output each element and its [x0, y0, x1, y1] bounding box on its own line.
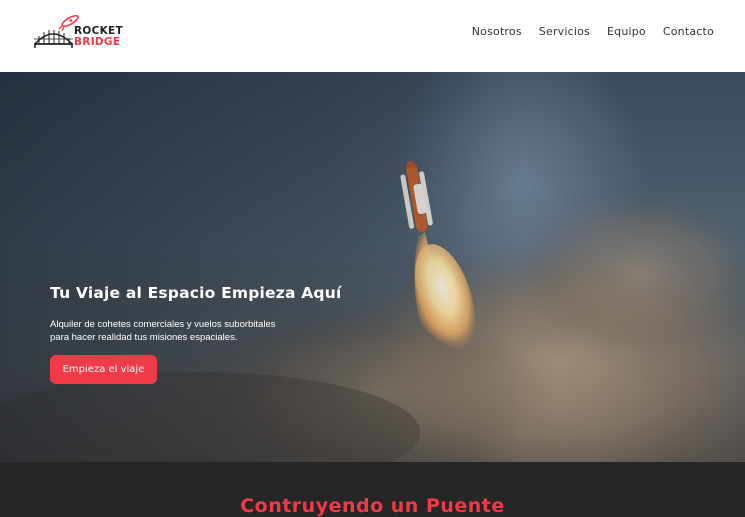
brand-logo[interactable]: ROCKET BRIDGE [33, 12, 133, 52]
hero-subtitle-line1: Alquiler de cohetes comerciales y vuelos… [50, 319, 276, 330]
bridge-section: Contruyendo un Puente [0, 462, 745, 517]
nav-link-servicios[interactable]: Servicios [539, 25, 590, 38]
logo-wordmark-bottom: BRIDGE [74, 36, 121, 48]
nav-link-contacto[interactable]: Contacto [663, 25, 714, 38]
section-title: Contruyendo un Puente [240, 495, 505, 517]
site-header: ROCKET BRIDGE Nosotros Servicios Equipo … [0, 0, 745, 72]
nav-link-equipo[interactable]: Equipo [607, 25, 646, 38]
hero-section: Tu Viaje al Espacio Empieza Aquí Alquile… [0, 72, 745, 462]
main-nav: Nosotros Servicios Equipo Contacto [455, 25, 714, 38]
nav-link-nosotros[interactable]: Nosotros [472, 25, 522, 38]
hero-subtitle-line2: para hacer realidad tus misiones espacia… [50, 332, 238, 343]
start-journey-button[interactable]: Empieza el viaje [50, 355, 157, 384]
hero-title: Tu Viaje al Espacio Empieza Aquí [50, 284, 342, 302]
hero-overlay [0, 72, 745, 462]
hero-subtitle: Alquiler de cohetes comerciales y vuelos… [50, 318, 310, 344]
